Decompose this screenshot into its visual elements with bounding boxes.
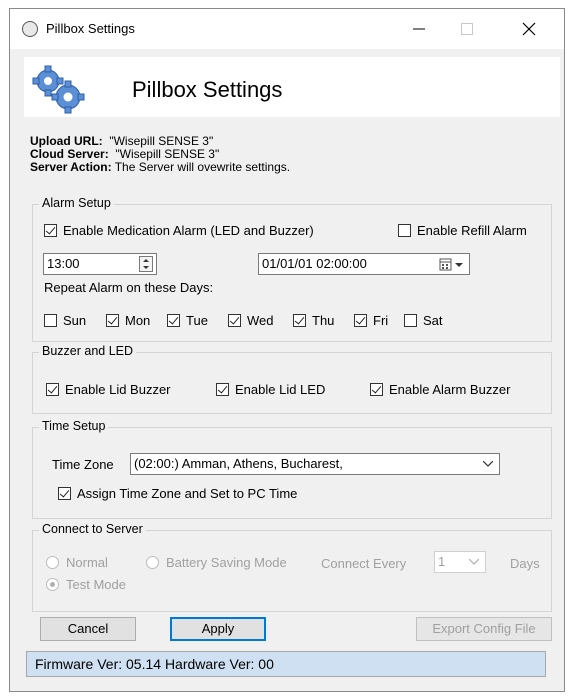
test-mode-radio[interactable]: Test Mode — [46, 577, 126, 592]
checkbox-box — [44, 224, 57, 237]
apply-button[interactable]: Apply — [170, 617, 266, 641]
day-wed-checkbox[interactable]: Wed — [228, 313, 274, 328]
checkbox-box — [46, 383, 59, 396]
app-icon — [22, 21, 38, 37]
time-zone-select[interactable]: (02:00:) Amman, Athens, Bucharest, — [130, 453, 500, 475]
day-mon-checkbox[interactable]: Mon — [106, 313, 150, 328]
upload-url-row: Upload URL: "Wisepill SENSE 3" — [30, 135, 213, 147]
alarm-datetime-value: 01/01/01 02:00:00 — [262, 256, 367, 271]
checkbox-box — [106, 314, 119, 327]
time-setup-label: Time Setup — [39, 419, 109, 433]
day-label: Sun — [63, 313, 87, 328]
cloud-server-row: Cloud Server: "Wisepill SENSE 3" — [30, 148, 219, 160]
upload-url-value: "Wisepill SENSE 3" — [109, 134, 214, 148]
connect-server-label: Connect to Server — [39, 522, 146, 536]
chevron-down-icon — [483, 461, 493, 467]
time-zone-value: (02:00:) Amman, Athens, Bucharest, — [134, 456, 343, 471]
day-fri-checkbox[interactable]: Fri — [354, 313, 388, 328]
server-action-value: The Server will ovewrite settings. — [114, 160, 291, 174]
checkbox-label: Enable Refill Alarm — [417, 223, 527, 238]
normal-radio[interactable]: Normal — [46, 555, 108, 570]
buzzer-led-label: Buzzer and LED — [39, 344, 137, 358]
checkbox-box — [216, 383, 229, 396]
day-sun-checkbox[interactable]: Sun — [44, 313, 86, 328]
cloud-server-value: "Wisepill SENSE 3" — [115, 147, 220, 161]
day-label: Thu — [312, 313, 335, 328]
server-action-label: Server Action: — [30, 160, 112, 174]
radio-dot — [146, 556, 159, 569]
radio-label: Battery Saving Mode — [166, 555, 287, 570]
connect-every-label: Connect Every — [321, 556, 407, 571]
checkbox-label: Enable Alarm Buzzer — [389, 382, 511, 397]
checkbox-box — [398, 224, 411, 237]
checkbox-box — [370, 383, 383, 396]
day-label: Sat — [423, 313, 443, 328]
cancel-button[interactable]: Cancel — [40, 617, 136, 641]
minimize-icon — [413, 28, 425, 30]
status-bar: Firmware Ver: 05.14 Hardware Ver: 00 — [26, 651, 546, 677]
repeat-alarm-label: Repeat Alarm on these Days: — [44, 280, 214, 295]
checkbox-label: Enable Lid LED — [235, 382, 326, 397]
enable-alarm-buzzer-checkbox[interactable]: Enable Alarm Buzzer — [370, 382, 510, 397]
checkbox-label: Enable Medication Alarm (LED and Buzzer) — [63, 223, 314, 238]
radio-label: Normal — [66, 555, 108, 570]
radio-label: Test Mode — [66, 577, 126, 592]
server-action-row: Server Action: The Server will ovewrite … — [30, 161, 290, 173]
upload-url-label: Upload URL: — [30, 134, 103, 148]
checkbox-box — [44, 314, 57, 327]
checkbox-label: Enable Lid Buzzer — [65, 382, 171, 397]
day-label: Mon — [125, 313, 151, 328]
day-thu-checkbox[interactable]: Thu — [293, 313, 334, 328]
alarm-datetime-picker[interactable]: 01/01/01 02:00:00 — [258, 253, 470, 275]
radio-dot — [46, 578, 59, 591]
radio-dot — [46, 556, 59, 569]
alarm-time-value: 13:00 — [47, 256, 80, 271]
connect-every-select[interactable]: 1 — [434, 551, 486, 573]
day-label: Fri — [373, 313, 389, 328]
connect-every-value: 1 — [438, 554, 446, 569]
checkbox-box — [228, 314, 241, 327]
maximize-button — [444, 9, 490, 49]
title-bar: Pillbox Settings — [10, 9, 564, 49]
day-tue-checkbox[interactable]: Tue — [167, 313, 208, 328]
day-sat-checkbox[interactable]: Sat — [404, 313, 443, 328]
gears-icon — [32, 65, 85, 114]
time-spinner-icon[interactable] — [139, 256, 153, 272]
checkbox-box — [404, 314, 417, 327]
checkbox-box — [293, 314, 306, 327]
calendar-dropdown-icon[interactable] — [439, 258, 465, 271]
checkbox-box — [58, 487, 71, 500]
time-zone-label: Time Zone — [52, 457, 114, 472]
battery-saving-radio[interactable]: Battery Saving Mode — [146, 555, 287, 570]
checkbox-label: Assign Time Zone and Set to PC Time — [77, 486, 298, 501]
banner-title: Pillbox Settings — [132, 77, 283, 102]
close-icon — [522, 22, 536, 36]
minimize-button[interactable] — [396, 9, 442, 49]
enable-refill-alarm-checkbox[interactable]: Enable Refill Alarm — [398, 223, 527, 238]
assign-time-zone-checkbox[interactable]: Assign Time Zone and Set to PC Time — [58, 486, 297, 501]
chevron-down-icon — [469, 559, 479, 565]
enable-medication-alarm-checkbox[interactable]: Enable Medication Alarm (LED and Buzzer) — [44, 223, 314, 238]
checkbox-box — [167, 314, 180, 327]
alarm-time-input[interactable]: 13:00 — [43, 253, 157, 275]
day-label: Wed — [247, 313, 274, 328]
maximize-icon — [461, 23, 473, 35]
settings-window: Pillbox Settings Pillbox Settings Upload… — [9, 8, 565, 692]
alarm-setup-label: Alarm Setup — [39, 196, 114, 210]
cloud-server-label: Cloud Server: — [30, 147, 109, 161]
close-button[interactable] — [506, 9, 552, 49]
day-label: Tue — [186, 313, 208, 328]
enable-lid-buzzer-checkbox[interactable]: Enable Lid Buzzer — [46, 382, 171, 397]
checkbox-box — [354, 314, 367, 327]
header-banner: Pillbox Settings — [24, 57, 560, 117]
enable-lid-led-checkbox[interactable]: Enable Lid LED — [216, 382, 325, 397]
days-label: Days — [510, 556, 540, 571]
window-title: Pillbox Settings — [46, 21, 135, 36]
export-config-button[interactable]: Export Config File — [416, 617, 552, 641]
